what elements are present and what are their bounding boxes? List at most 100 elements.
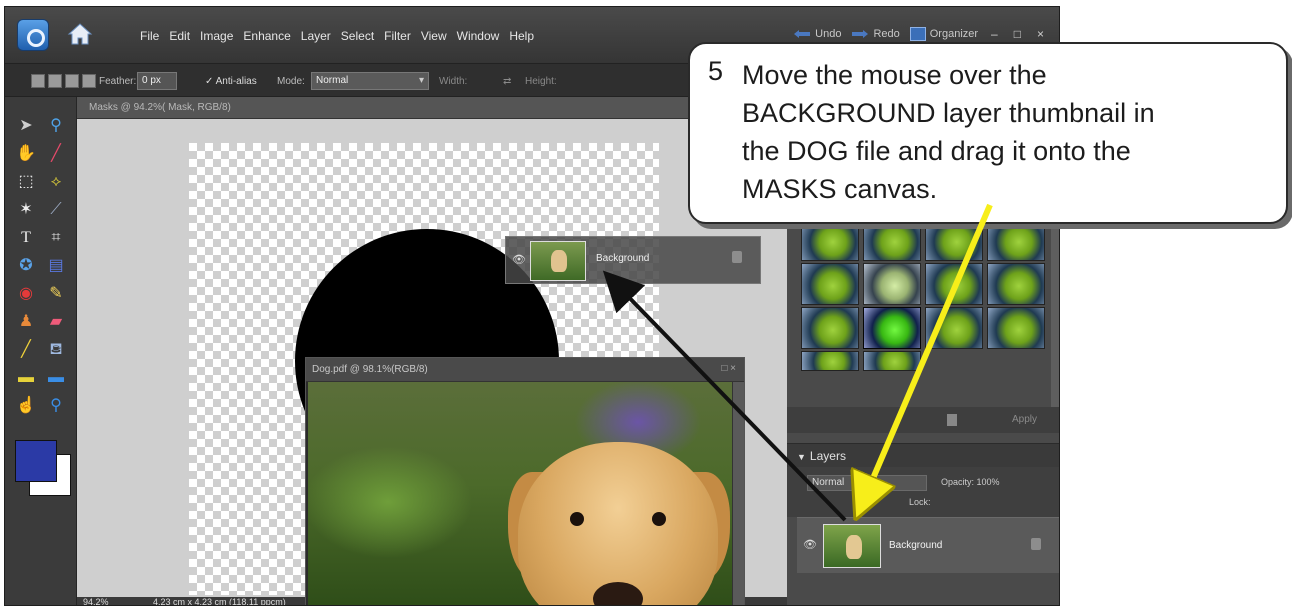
intersect-selection-icon[interactable]	[82, 74, 96, 88]
swap-icon: ⇄	[503, 76, 512, 87]
eyedropper-tool-icon[interactable]: ╱	[43, 141, 69, 167]
clone-stamp-tool-icon[interactable]: ♟	[13, 309, 39, 335]
undo-button[interactable]: Undo	[793, 28, 841, 40]
feather-input[interactable]: 0 px	[137, 72, 177, 90]
red-eye-tool-icon[interactable]: ◉	[13, 281, 39, 307]
toolbox: ➤ ⚲ ✋ ╱ ⬚ ⟡ ✶ ⟋ T ⌗ ✪ ▤ ◉ ✎ ♟ ▰ ╱ ⛾ ▬ ▬ …	[5, 97, 77, 605]
effect-thumbnail[interactable]	[863, 263, 921, 305]
layers-panel-title: Layers	[809, 449, 846, 463]
instruction-line: BACKGROUND layer thumbnail in	[742, 98, 1155, 128]
lock-label: Lock:	[909, 497, 931, 507]
lock-icon	[732, 251, 742, 263]
trash-icon[interactable]	[947, 414, 957, 426]
effect-thumbnail[interactable]	[925, 263, 983, 305]
shape-tool-icon[interactable]: ▬	[43, 365, 69, 391]
organizer-button[interactable]: Organizer	[909, 27, 978, 41]
gradient-tool-icon[interactable]: ▬	[13, 365, 39, 391]
cookie-cutter-tool-icon[interactable]: ✪	[13, 253, 39, 279]
straighten-tool-icon[interactable]: ▤	[43, 253, 69, 279]
collapse-arrow-icon[interactable]: ▼	[797, 452, 806, 462]
antialias-label: Anti-alias	[215, 76, 257, 87]
lock-icon	[1031, 538, 1041, 550]
effects-scrollbar[interactable]	[1051, 207, 1059, 407]
subtract-selection-icon[interactable]	[65, 74, 79, 88]
menu-window[interactable]: Window	[452, 29, 505, 43]
effect-thumbnail[interactable]	[801, 219, 859, 261]
menu-file[interactable]: File	[135, 29, 164, 43]
mode-select[interactable]: Normal	[311, 72, 429, 90]
redo-label: Redo	[873, 28, 900, 40]
menu-enhance[interactable]: Enhance	[238, 29, 295, 43]
menu-help[interactable]: Help	[504, 29, 539, 43]
add-selection-icon[interactable]	[48, 74, 62, 88]
height-label: Height:	[525, 76, 557, 87]
dog-document-tab[interactable]: Dog.pdf @ 98.1%(RGB/8)	[306, 358, 744, 382]
menu-select[interactable]: Select	[336, 29, 379, 43]
menu-filter[interactable]: Filter	[379, 29, 416, 43]
move-tool-icon[interactable]: ➤	[13, 113, 39, 139]
effect-thumbnail[interactable]	[925, 307, 983, 349]
instruction-text: Move the mouse over the BACKGROUND layer…	[742, 56, 1155, 208]
selection-mode-buttons	[31, 74, 96, 88]
zoom-tool-icon[interactable]: ⚲	[43, 113, 69, 139]
effect-thumbnail[interactable]	[801, 351, 859, 371]
redo-icon	[852, 30, 869, 38]
blend-mode-select[interactable]: Normal	[807, 475, 927, 491]
eye-icon[interactable]: 👁	[803, 538, 817, 551]
smudge-tool-icon[interactable]: ☝	[13, 393, 39, 419]
organizer-icon	[909, 27, 926, 41]
eraser-tool-icon[interactable]: ▰	[43, 309, 69, 335]
document-size-info: 4.23 cm x 4.23 cm (118.11 ppcm)	[153, 597, 286, 606]
home-icon	[67, 23, 93, 45]
step-number: 5	[708, 56, 724, 86]
layer-row-background[interactable]: 👁 Background	[797, 517, 1059, 573]
dog-photo[interactable]	[308, 382, 738, 605]
dog-document-window: Dog.pdf @ 98.1%(RGB/8) □ ×	[305, 357, 745, 605]
sponge-tool-icon[interactable]: ⚲	[43, 393, 69, 419]
menu-edit[interactable]: Edit	[164, 29, 195, 43]
apply-button[interactable]: Apply	[1012, 414, 1037, 425]
antialias-checkbox[interactable]: ✓ Anti-alias	[205, 76, 257, 87]
width-label: Width:	[439, 76, 468, 87]
maximize-icon[interactable]: □	[1011, 27, 1024, 41]
dog-vertical-scrollbar[interactable]	[732, 382, 744, 605]
foreground-color-swatch[interactable]	[15, 440, 57, 482]
effect-thumbnail[interactable]	[863, 219, 921, 261]
healing-brush-tool-icon[interactable]: ✎	[43, 281, 69, 307]
marquee-tool-icon[interactable]: ⬚	[13, 169, 39, 195]
close-icon[interactable]: ×	[1034, 27, 1047, 41]
lasso-tool-icon[interactable]: ⟡	[43, 169, 69, 195]
minimize-icon[interactable]: –	[988, 27, 1001, 41]
crop-tool-icon[interactable]: ⌗	[43, 225, 69, 251]
new-selection-icon[interactable]	[31, 74, 45, 88]
background-layer-thumbnail[interactable]	[823, 524, 881, 568]
menu-view[interactable]: View	[416, 29, 452, 43]
paint-bucket-tool-icon[interactable]: ⛾	[43, 337, 69, 363]
app-logo-icon	[17, 19, 49, 51]
opacity-readout[interactable]: Opacity: 100%	[941, 477, 1000, 487]
redo-button[interactable]: Redo	[851, 28, 900, 40]
instruction-line: MASKS canvas.	[742, 174, 938, 204]
layers-panel-header[interactable]: ▼ Layers	[787, 443, 1059, 467]
effect-thumbnail[interactable]	[987, 307, 1045, 349]
menu-layer[interactable]: Layer	[296, 29, 336, 43]
effect-thumbnail[interactable]	[987, 263, 1045, 305]
type-tool-icon[interactable]: T	[13, 225, 39, 251]
instruction-line: Move the mouse over the	[742, 60, 1047, 90]
effect-thumbnail[interactable]	[801, 263, 859, 305]
quick-selection-tool-icon[interactable]: ⟋	[43, 197, 69, 223]
magic-wand-tool-icon[interactable]: ✶	[13, 197, 39, 223]
home-button[interactable]	[65, 19, 95, 49]
effect-thumbnail[interactable]	[863, 351, 921, 371]
close-icon[interactable]: □ ×	[721, 363, 736, 374]
zoom-readout: 94.2%	[83, 597, 109, 606]
menu-image[interactable]: Image	[195, 29, 238, 43]
effect-thumbnail[interactable]	[801, 307, 859, 349]
effect-thumbnail[interactable]	[863, 307, 921, 349]
layers-options: Normal Opacity: 100% Lock:	[787, 467, 1059, 517]
effect-thumbnail[interactable]	[987, 219, 1045, 261]
masks-document-tab[interactable]: Masks @ 94.2%( Mask, RGB/8)	[77, 97, 787, 119]
hand-tool-icon[interactable]: ✋	[13, 141, 39, 167]
effect-thumbnail[interactable]	[925, 219, 983, 261]
brush-tool-icon[interactable]: ╱	[13, 337, 39, 363]
